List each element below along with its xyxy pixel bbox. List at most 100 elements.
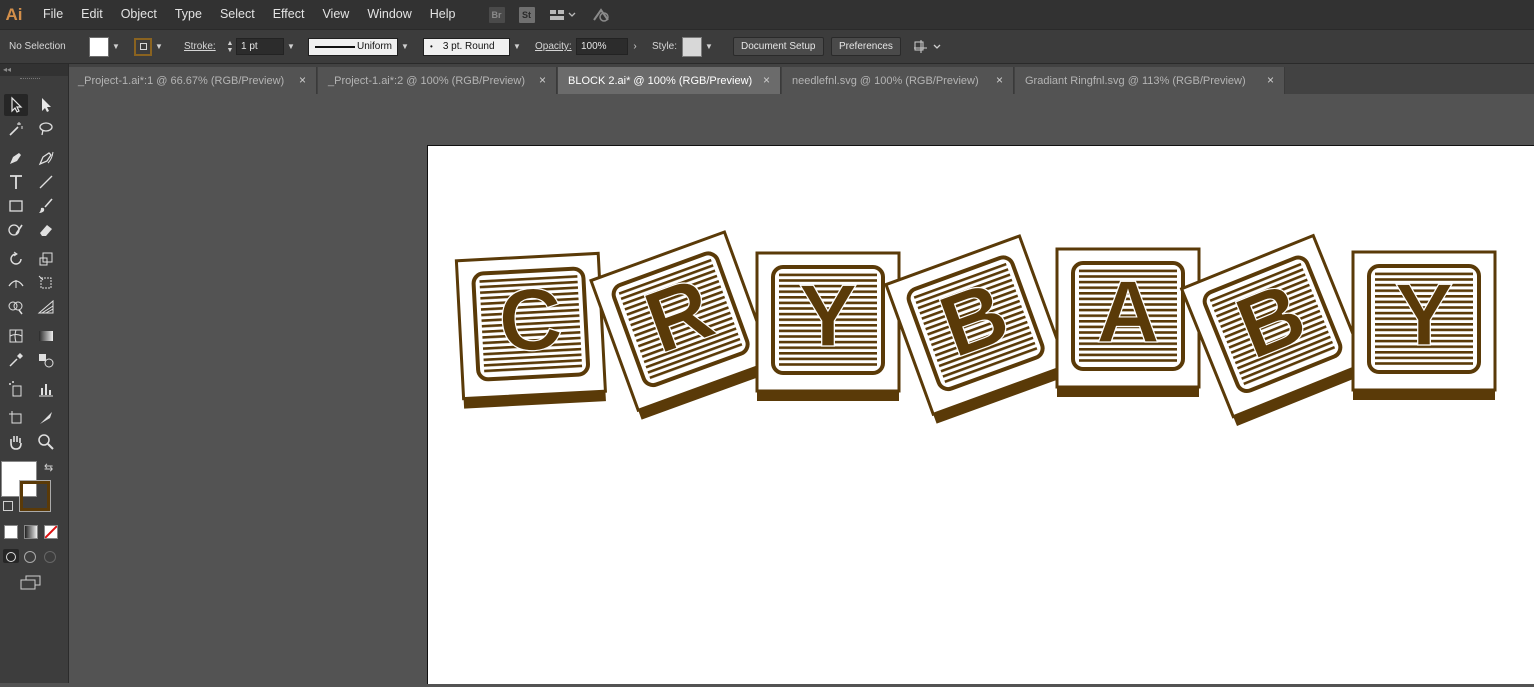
mesh-tool-icon[interactable] (4, 325, 28, 347)
stroke-color-swatch[interactable] (19, 480, 51, 512)
close-icon[interactable]: × (996, 73, 1003, 87)
symbol-sprayer-tool-icon[interactable] (4, 378, 28, 400)
tab-block-2[interactable]: BLOCK 2.ai* @ 100% (RGB/Preview) × (558, 67, 781, 94)
letter-blocks: CRYBABY (454, 230, 1497, 426)
graphic-style-control[interactable]: ▼ (682, 30, 716, 63)
chevron-down-icon[interactable]: ▼ (510, 38, 524, 56)
lasso-tool-icon[interactable] (34, 118, 58, 140)
tab-label: BLOCK 2.ai* @ 100% (RGB/Preview) (568, 74, 753, 87)
style-swatch[interactable] (682, 36, 702, 57)
opacity-field[interactable]: 100% (576, 38, 628, 55)
draw-normal-icon[interactable] (3, 549, 19, 563)
paintbrush-tool-icon[interactable] (34, 195, 58, 217)
draw-behind-icon[interactable] (24, 551, 36, 563)
chevron-right-icon[interactable]: › (628, 38, 642, 56)
tab-label: needlefnl.svg @ 100% (RGB/Preview) (792, 74, 979, 87)
hand-tool-icon[interactable] (4, 431, 28, 453)
scale-tool-icon[interactable] (34, 248, 58, 270)
curvature-tool-icon[interactable] (34, 147, 58, 169)
magic-wand-tool-icon[interactable] (4, 118, 28, 140)
artboard-tool-icon[interactable] (4, 407, 28, 429)
type-tool-icon[interactable] (4, 171, 28, 193)
eraser-tool-icon[interactable] (34, 219, 58, 241)
chevron-down-icon[interactable]: ▼ (109, 38, 123, 56)
menu-effect[interactable]: Effect (264, 0, 314, 29)
default-colors-icon[interactable] (3, 501, 13, 511)
slice-tool-icon[interactable] (34, 407, 58, 429)
opacity-label[interactable]: Opacity: (535, 30, 572, 63)
color-mode-icon[interactable] (4, 525, 18, 539)
gradient-tool-icon[interactable] (34, 325, 58, 347)
chevron-down-icon[interactable]: ▼ (702, 38, 716, 56)
stroke-swatch[interactable] (134, 37, 152, 56)
brush-definition[interactable]: • 3 pt. Round ▼ (423, 30, 524, 63)
width-tool-icon[interactable] (4, 272, 28, 294)
line-segment-tool-icon[interactable] (34, 171, 58, 193)
none-mode-icon[interactable] (44, 525, 58, 539)
selection-status: No Selection (9, 41, 66, 52)
stroke-color-control[interactable]: ▼ (134, 30, 166, 63)
shaper-tool-icon[interactable] (4, 219, 28, 241)
menu-window[interactable]: Window (358, 0, 420, 29)
fill-color-control[interactable]: ▼ (89, 30, 123, 63)
close-icon[interactable]: × (299, 73, 306, 87)
menu-view[interactable]: View (313, 0, 358, 29)
stock-icon[interactable]: St (518, 6, 535, 23)
column-graph-tool-icon[interactable] (34, 378, 58, 400)
stepper-icon[interactable]: ▲ ▼ (224, 38, 236, 56)
tab-project-1-artboard-2[interactable]: _Project-1.ai*:2 @ 100% (RGB/Preview) × (318, 67, 557, 94)
close-icon[interactable]: × (539, 73, 546, 87)
menu-help[interactable]: Help (421, 0, 465, 29)
block-letter: C (496, 268, 565, 370)
screen-mode-icon[interactable] (20, 575, 44, 594)
tab-project-1-artboard-1[interactable]: _Project-1.ai*:1 @ 66.67% (RGB/Preview) … (68, 67, 317, 94)
opacity-control[interactable]: 100% › (576, 30, 642, 63)
document-setup-button[interactable]: Document Setup (733, 37, 824, 56)
draw-inside-icon[interactable] (44, 551, 56, 563)
block-letter: Y (1395, 265, 1454, 364)
gpu-performance-icon[interactable] (591, 7, 611, 23)
blend-tool-icon[interactable] (34, 349, 58, 371)
menu-edit[interactable]: Edit (72, 0, 112, 29)
style-label: Style: (652, 41, 678, 52)
menu-type[interactable]: Type (166, 0, 211, 29)
arrange-documents-icon[interactable] (912, 30, 942, 63)
stroke-weight-control[interactable]: ▲ ▼ 1 pt ▼ (224, 30, 298, 63)
preferences-button[interactable]: Preferences (831, 37, 901, 56)
chevron-down-icon[interactable]: ▼ (152, 38, 166, 56)
zoom-tool-icon[interactable] (34, 431, 58, 453)
fill-swatch[interactable] (89, 36, 109, 57)
menu-object[interactable]: Object (112, 0, 166, 29)
menu-file[interactable]: File (34, 0, 72, 29)
menu-select[interactable]: Select (211, 0, 264, 29)
free-transform-tool-icon[interactable] (34, 272, 58, 294)
tab-label: Gradiant Ringfnl.svg @ 113% (RGB/Preview… (1025, 74, 1246, 87)
shape-builder-tool-icon[interactable] (4, 296, 28, 318)
workspace-switcher-icon[interactable] (549, 8, 577, 22)
selection-tool-icon[interactable] (4, 94, 28, 116)
variable-width-profile[interactable]: Uniform ▼ (308, 30, 412, 63)
eyedropper-tool-icon[interactable] (4, 349, 28, 371)
gradient-mode-icon[interactable] (24, 525, 38, 539)
control-bar: No Selection ▼ ▼ Stroke: ▲ ▼ 1 pt ▼ Unifo… (0, 29, 1534, 64)
tab-label: _Project-1.ai*:1 @ 66.67% (RGB/Preview) (78, 74, 285, 87)
pen-tool-icon[interactable] (4, 147, 28, 169)
rectangle-tool-icon[interactable] (4, 195, 28, 217)
bridge-icon[interactable]: Br (488, 6, 505, 23)
chevron-down-icon[interactable]: ▼ (284, 38, 298, 56)
close-icon[interactable]: × (1267, 73, 1274, 87)
tab-gradiant-ringfnl[interactable]: Gradiant Ringfnl.svg @ 113% (RGB/Preview… (1015, 67, 1285, 94)
perspective-grid-tool-icon[interactable] (34, 296, 58, 318)
panel-collapse-icon[interactable]: ◂◂ (0, 64, 68, 76)
tab-needlefnl[interactable]: needlefnl.svg @ 100% (RGB/Preview) × (782, 67, 1014, 94)
stroke-label[interactable]: Stroke: (184, 30, 216, 63)
stroke-weight-field[interactable]: 1 pt (236, 38, 284, 55)
artboard[interactable]: CRYBABY (427, 145, 1534, 684)
close-icon[interactable]: × (763, 73, 770, 87)
brush-dot-icon: • (430, 42, 433, 51)
letter-block: Y (755, 251, 901, 401)
rotate-tool-icon[interactable] (4, 248, 28, 270)
swap-colors-icon[interactable]: ⇆ (44, 461, 53, 474)
direct-selection-tool-icon[interactable] (34, 94, 58, 116)
chevron-down-icon[interactable]: ▼ (398, 38, 412, 56)
